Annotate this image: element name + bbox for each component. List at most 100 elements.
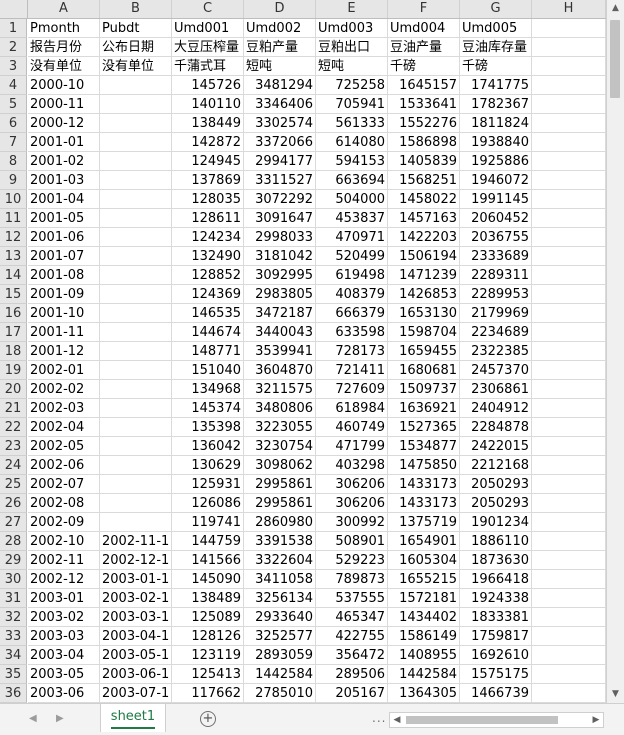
- cell-e34[interactable]: 356472: [316, 646, 388, 665]
- cell-d3[interactable]: 短吨: [244, 57, 316, 76]
- cell-a30[interactable]: 2002-12: [28, 570, 100, 589]
- cell-a1[interactable]: Pmonth: [28, 19, 100, 38]
- row-header[interactable]: 17: [0, 323, 27, 342]
- cell-g32[interactable]: 1833381: [460, 608, 532, 627]
- cell-c31[interactable]: 138489: [172, 589, 244, 608]
- cell-d15[interactable]: 2983805: [244, 285, 316, 304]
- cell-b20[interactable]: [100, 380, 172, 399]
- row-header[interactable]: 9: [0, 171, 27, 190]
- next-sheet-icon[interactable]: ▶: [56, 713, 64, 724]
- cell-h12[interactable]: [532, 228, 606, 247]
- cell-c13[interactable]: 132490: [172, 247, 244, 266]
- cell-b1[interactable]: Pubdt: [100, 19, 172, 38]
- cell-d5[interactable]: 3346406: [244, 95, 316, 114]
- cell-b12[interactable]: [100, 228, 172, 247]
- cell-a8[interactable]: 2001-02: [28, 152, 100, 171]
- row-header[interactable]: 32: [0, 608, 27, 627]
- cell-b25[interactable]: [100, 475, 172, 494]
- cell-g35[interactable]: 1575175: [460, 665, 532, 684]
- cell-d17[interactable]: 3440043: [244, 323, 316, 342]
- cell-c33[interactable]: 128126: [172, 627, 244, 646]
- cell-h20[interactable]: [532, 380, 606, 399]
- cell-c3[interactable]: 千蒲式耳: [172, 57, 244, 76]
- cell-h8[interactable]: [532, 152, 606, 171]
- cell-h14[interactable]: [532, 266, 606, 285]
- cell-a20[interactable]: 2002-02: [28, 380, 100, 399]
- cell-f10[interactable]: 1458022: [388, 190, 460, 209]
- cell-b4[interactable]: [100, 76, 172, 95]
- cell-e5[interactable]: 705941: [316, 95, 388, 114]
- scroll-up-icon[interactable]: ▲: [607, 0, 624, 17]
- cell-f15[interactable]: 1426853: [388, 285, 460, 304]
- cell-e18[interactable]: 728173: [316, 342, 388, 361]
- cell-d6[interactable]: 3302574: [244, 114, 316, 133]
- cell-c25[interactable]: 125931: [172, 475, 244, 494]
- cell-g2[interactable]: 豆油库存量: [460, 38, 532, 57]
- cell-h32[interactable]: [532, 608, 606, 627]
- column-header-d[interactable]: D: [244, 0, 316, 18]
- cell-d13[interactable]: 3181042: [244, 247, 316, 266]
- row-header[interactable]: 3: [0, 57, 27, 76]
- cell-d10[interactable]: 3072292: [244, 190, 316, 209]
- cell-a36[interactable]: 2003-06: [28, 684, 100, 703]
- cell-h23[interactable]: [532, 437, 606, 456]
- cell-b30[interactable]: 2003-01-1: [100, 570, 172, 589]
- cell-b21[interactable]: [100, 399, 172, 418]
- row-header[interactable]: 12: [0, 228, 27, 247]
- row-header[interactable]: 22: [0, 418, 27, 437]
- cell-f24[interactable]: 1475850: [388, 456, 460, 475]
- cell-e15[interactable]: 408379: [316, 285, 388, 304]
- cell-c10[interactable]: 128035: [172, 190, 244, 209]
- cell-d25[interactable]: 2995861: [244, 475, 316, 494]
- cell-c4[interactable]: 145726: [172, 76, 244, 95]
- cell-c11[interactable]: 128611: [172, 209, 244, 228]
- row-header[interactable]: 10: [0, 190, 27, 209]
- cell-d33[interactable]: 3252577: [244, 627, 316, 646]
- cell-g28[interactable]: 1886110: [460, 532, 532, 551]
- cell-d35[interactable]: 1442584: [244, 665, 316, 684]
- cell-b23[interactable]: [100, 437, 172, 456]
- cell-g18[interactable]: 2322385: [460, 342, 532, 361]
- cell-a29[interactable]: 2002-11: [28, 551, 100, 570]
- cell-a33[interactable]: 2003-03: [28, 627, 100, 646]
- cell-a26[interactable]: 2002-08: [28, 494, 100, 513]
- row-header[interactable]: 24: [0, 456, 27, 475]
- prev-sheet-icon[interactable]: ◀: [29, 713, 37, 724]
- cell-a3[interactable]: 没有单位: [28, 57, 100, 76]
- cell-e32[interactable]: 465347: [316, 608, 388, 627]
- cell-e31[interactable]: 537555: [316, 589, 388, 608]
- row-header[interactable]: 25: [0, 475, 27, 494]
- cell-c21[interactable]: 145374: [172, 399, 244, 418]
- cell-a2[interactable]: 报告月份: [28, 38, 100, 57]
- scroll-right-icon[interactable]: ▶: [589, 713, 603, 727]
- cell-c27[interactable]: 119741: [172, 513, 244, 532]
- cell-e24[interactable]: 403298: [316, 456, 388, 475]
- cell-h10[interactable]: [532, 190, 606, 209]
- column-header-f[interactable]: F: [388, 0, 460, 18]
- cell-g1[interactable]: Umd005: [460, 19, 532, 38]
- cell-a6[interactable]: 2000-12: [28, 114, 100, 133]
- cell-h29[interactable]: [532, 551, 606, 570]
- cell-f2[interactable]: 豆油产量: [388, 38, 460, 57]
- cell-b8[interactable]: [100, 152, 172, 171]
- cell-c22[interactable]: 135398: [172, 418, 244, 437]
- cell-e1[interactable]: Umd003: [316, 19, 388, 38]
- cell-f9[interactable]: 1568251: [388, 171, 460, 190]
- cell-e25[interactable]: 306206: [316, 475, 388, 494]
- cell-h18[interactable]: [532, 342, 606, 361]
- row-header[interactable]: 6: [0, 114, 27, 133]
- select-all-corner[interactable]: [0, 0, 28, 18]
- cell-d9[interactable]: 3311527: [244, 171, 316, 190]
- cell-d18[interactable]: 3539941: [244, 342, 316, 361]
- cell-h2[interactable]: [532, 38, 606, 57]
- cell-e26[interactable]: 306206: [316, 494, 388, 513]
- cell-h31[interactable]: [532, 589, 606, 608]
- cell-d34[interactable]: 2893059: [244, 646, 316, 665]
- cell-b28[interactable]: 2002-11-1: [100, 532, 172, 551]
- cell-b26[interactable]: [100, 494, 172, 513]
- cell-b15[interactable]: [100, 285, 172, 304]
- cell-a17[interactable]: 2001-11: [28, 323, 100, 342]
- cell-b14[interactable]: [100, 266, 172, 285]
- cell-a28[interactable]: 2002-10: [28, 532, 100, 551]
- cell-g11[interactable]: 2060452: [460, 209, 532, 228]
